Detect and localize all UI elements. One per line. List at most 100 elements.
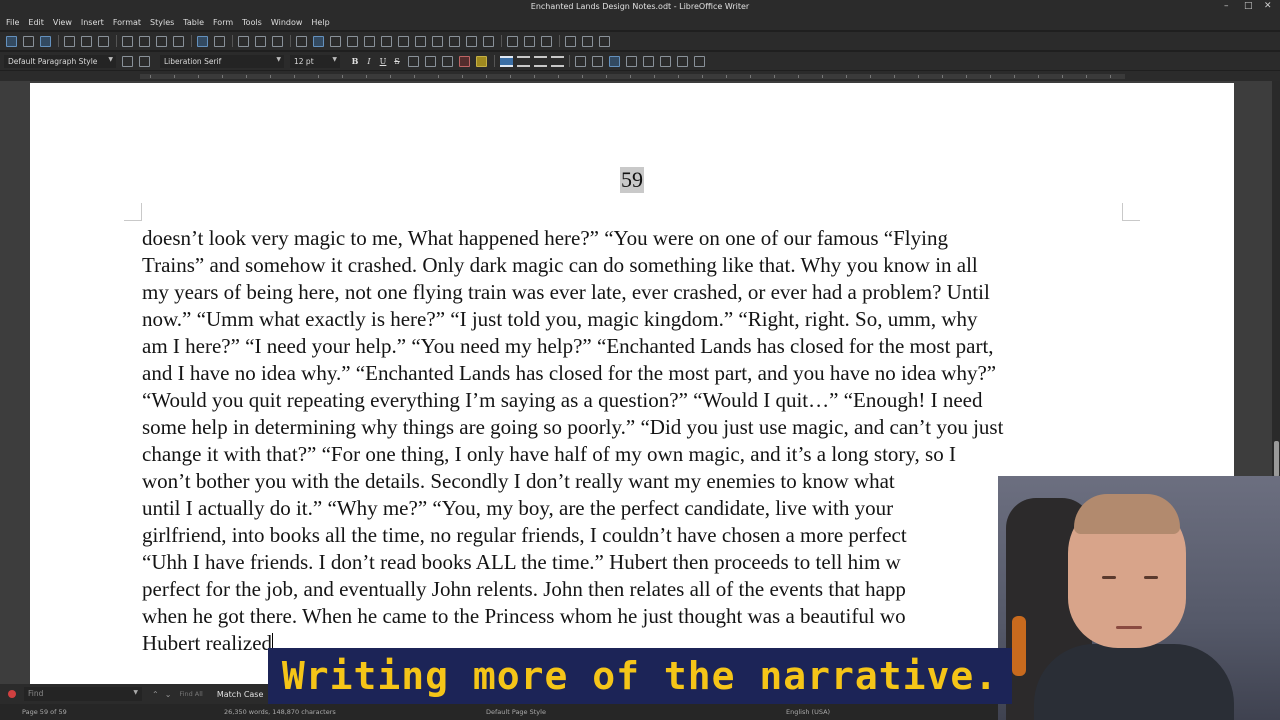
status-language[interactable]: English (USA) bbox=[786, 708, 830, 716]
status-page-style[interactable]: Default Page Style bbox=[486, 708, 546, 716]
special-character-icon[interactable] bbox=[398, 35, 409, 47]
menu-table[interactable]: Table bbox=[183, 18, 204, 27]
cut-icon[interactable] bbox=[122, 35, 133, 47]
maximize-button[interactable]: □ bbox=[1244, 1, 1253, 11]
align-left-icon[interactable] bbox=[500, 55, 513, 67]
find-next-icon[interactable]: ⌄ bbox=[165, 690, 172, 699]
justify-icon[interactable] bbox=[551, 55, 564, 67]
bookmark-icon[interactable] bbox=[466, 35, 477, 47]
clear-formatting-icon[interactable] bbox=[442, 55, 453, 67]
line-spacing-icon[interactable] bbox=[660, 55, 671, 67]
spelling-icon[interactable] bbox=[255, 35, 266, 47]
track-changes-icon[interactable] bbox=[524, 35, 535, 47]
find-all-button[interactable]: Find All bbox=[179, 690, 202, 698]
endnote-icon[interactable] bbox=[449, 35, 460, 47]
document-body-text[interactable]: doesn’t look very magic to me, What happ… bbox=[142, 225, 1142, 657]
basic-shapes-icon[interactable] bbox=[582, 35, 593, 47]
document-line[interactable]: am I here?” “I need your help.” “You nee… bbox=[142, 333, 1142, 360]
close-findbar-icon[interactable] bbox=[8, 690, 16, 698]
scrollbar-thumb[interactable] bbox=[1274, 441, 1279, 477]
numbered-list-icon[interactable] bbox=[592, 55, 603, 67]
copy-icon[interactable] bbox=[139, 35, 150, 47]
document-line[interactable]: “Uhh I have friends. I don’t read books … bbox=[142, 549, 1142, 576]
underline-button[interactable]: U bbox=[376, 57, 390, 66]
line-icon[interactable] bbox=[565, 35, 576, 47]
menu-tools[interactable]: Tools bbox=[242, 18, 262, 27]
paragraph-spacing-icon[interactable] bbox=[677, 55, 688, 67]
decrease-spacing-icon[interactable] bbox=[694, 55, 705, 67]
document-line[interactable]: my years of being here, not one flying t… bbox=[142, 279, 1142, 306]
menu-file[interactable]: File bbox=[6, 18, 19, 27]
insert-textbox-icon[interactable] bbox=[347, 35, 358, 47]
export-pdf-icon[interactable] bbox=[64, 35, 75, 47]
subscript-icon[interactable] bbox=[425, 55, 436, 67]
document-line[interactable]: girlfriend, into books all the time, no … bbox=[142, 522, 1142, 549]
page-break-icon[interactable] bbox=[364, 35, 375, 47]
document-line[interactable]: change it with that?” “For one thing, I … bbox=[142, 441, 1142, 468]
document-line[interactable]: until I actually do it.” “Why me?” “You,… bbox=[142, 495, 1142, 522]
show-changes-icon[interactable] bbox=[541, 35, 552, 47]
italic-button[interactable]: I bbox=[362, 57, 376, 66]
status-word-count[interactable]: 26,350 words, 148,870 characters bbox=[224, 708, 336, 716]
outline-list-icon[interactable] bbox=[609, 55, 620, 67]
find-input[interactable]: Find ▼ bbox=[24, 687, 142, 701]
document-line[interactable]: Trains” and somehow it crashed. Only dar… bbox=[142, 252, 1142, 279]
paragraph-style-combo[interactable]: Default Paragraph Style ▼ bbox=[4, 54, 116, 68]
align-center-icon[interactable] bbox=[517, 55, 530, 67]
formatting-marks-icon[interactable] bbox=[272, 35, 283, 47]
horizontal-ruler[interactable] bbox=[0, 71, 1280, 81]
find-previous-icon[interactable]: ⌃ bbox=[152, 690, 159, 699]
highlight-color-icon[interactable] bbox=[476, 55, 487, 67]
bold-button[interactable]: B bbox=[348, 56, 362, 66]
menu-format[interactable]: Format bbox=[113, 18, 141, 27]
font-size-combo[interactable]: 12 pt ▼ bbox=[290, 54, 340, 68]
insert-image-icon[interactable] bbox=[313, 35, 324, 47]
status-page[interactable]: Page 59 of 59 bbox=[22, 708, 67, 716]
insert-chart-icon[interactable] bbox=[330, 35, 341, 47]
cross-reference-icon[interactable] bbox=[483, 35, 494, 47]
comment-icon[interactable] bbox=[507, 35, 518, 47]
menu-edit[interactable]: Edit bbox=[28, 18, 44, 27]
document-line[interactable]: some help in determining why things are … bbox=[142, 414, 1142, 441]
menu-window[interactable]: Window bbox=[271, 18, 303, 27]
find-replace-icon[interactable] bbox=[238, 35, 249, 47]
print-preview-icon[interactable] bbox=[98, 35, 109, 47]
insert-field-icon[interactable] bbox=[381, 35, 392, 47]
menu-form[interactable]: Form bbox=[213, 18, 233, 27]
increase-indent-icon[interactable] bbox=[626, 55, 637, 67]
clone-formatting-icon[interactable] bbox=[173, 35, 184, 47]
menu-view[interactable]: View bbox=[53, 18, 72, 27]
document-line[interactable]: perfect for the job, and eventually John… bbox=[142, 576, 1142, 603]
minimize-button[interactable]: – bbox=[1224, 1, 1229, 11]
match-case-checkbox[interactable]: Match Case bbox=[217, 690, 264, 699]
paste-icon[interactable] bbox=[156, 35, 167, 47]
document-line[interactable]: when he got there. When he came to the P… bbox=[142, 603, 1142, 630]
document-line[interactable]: “Would you quit repeating everything I’m… bbox=[142, 387, 1142, 414]
document-line[interactable]: won’t bother you with the details. Secon… bbox=[142, 468, 1142, 495]
insert-table-icon[interactable] bbox=[296, 35, 307, 47]
font-name-combo[interactable]: Liberation Serif ▼ bbox=[160, 54, 284, 68]
hyperlink-icon[interactable] bbox=[415, 35, 426, 47]
menu-insert[interactable]: Insert bbox=[81, 18, 104, 27]
bullet-list-icon[interactable] bbox=[575, 55, 586, 67]
undo-icon[interactable] bbox=[197, 35, 208, 47]
menu-help[interactable]: Help bbox=[311, 18, 329, 27]
redo-icon[interactable] bbox=[214, 35, 225, 47]
strikethrough-button[interactable]: S bbox=[390, 57, 404, 66]
align-right-icon[interactable] bbox=[534, 55, 547, 67]
document-line[interactable]: now.” “Umm what exactly is here?” “I jus… bbox=[142, 306, 1142, 333]
close-button[interactable]: ✕ bbox=[1264, 1, 1272, 11]
print-icon[interactable] bbox=[81, 35, 92, 47]
footnote-icon[interactable] bbox=[432, 35, 443, 47]
menu-styles[interactable]: Styles bbox=[150, 18, 174, 27]
draw-functions-icon[interactable] bbox=[599, 35, 610, 47]
font-color-icon[interactable] bbox=[459, 55, 470, 67]
new-style-icon[interactable] bbox=[139, 55, 150, 67]
open-folder-icon[interactable] bbox=[23, 35, 34, 47]
document-line[interactable]: and I have no idea why.” “Enchanted Land… bbox=[142, 360, 1142, 387]
update-style-icon[interactable] bbox=[122, 55, 133, 67]
new-document-icon[interactable] bbox=[6, 35, 17, 47]
document-line[interactable]: doesn’t look very magic to me, What happ… bbox=[142, 225, 1142, 252]
decrease-indent-icon[interactable] bbox=[643, 55, 654, 67]
superscript-icon[interactable] bbox=[408, 55, 419, 67]
